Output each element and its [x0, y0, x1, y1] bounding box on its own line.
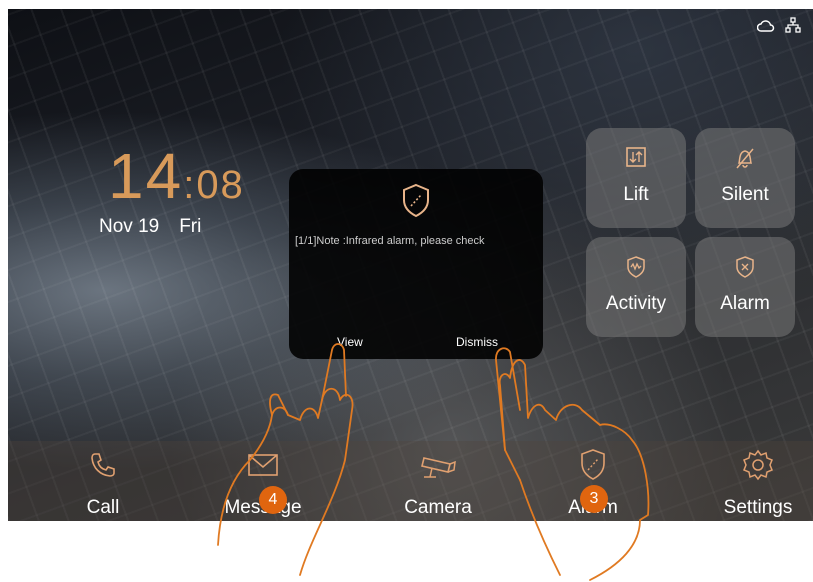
date: Nov 19 Fri [99, 216, 201, 238]
dismiss-button[interactable]: Dismiss [456, 335, 498, 349]
activity-label: Activity [605, 293, 667, 314]
nav-call-label: Call [86, 497, 120, 518]
lift-label: Lift [623, 184, 649, 205]
shield-icon [403, 183, 429, 218]
cloud-icon [756, 20, 774, 32]
nav-camera-label: Camera [404, 497, 472, 518]
lift-tile[interactable]: Lift [586, 128, 686, 228]
alarm-dialog: [1/1]Note :Infrared alarm, please check … [289, 169, 543, 359]
view-button[interactable]: View [337, 335, 363, 349]
shield-x-icon [695, 255, 795, 285]
dialog-message: [1/1]Note :Infrared alarm, please check [295, 235, 485, 247]
clock-separator: : [183, 163, 197, 207]
date-weekday: Fri [179, 216, 202, 237]
lift-icon [586, 146, 686, 174]
clock-minutes: 08 [196, 163, 245, 207]
status-bar [756, 17, 801, 38]
alarm-label: Alarm [720, 293, 770, 314]
step-badge-dismiss: 3 [580, 485, 608, 513]
shield-icon [543, 447, 643, 483]
alarm-tile[interactable]: Alarm [695, 237, 795, 337]
intercom-screen: 14:08 Nov 19 Fri Lift Silent Activity Al… [8, 9, 813, 521]
nav-settings[interactable]: Settings [708, 441, 808, 521]
date-day: Nov 19 [99, 216, 160, 237]
nav-settings-label: Settings [723, 497, 793, 518]
nav-camera[interactable]: Camera [383, 441, 493, 521]
silent-label: Silent [721, 184, 769, 205]
phone-icon [53, 447, 153, 483]
envelope-icon [208, 447, 318, 483]
gear-icon [708, 447, 808, 483]
camera-icon [383, 447, 493, 483]
nav-call[interactable]: Call [53, 441, 153, 521]
bottom-nav: Call Message Camera Alarm Settings [8, 441, 813, 521]
network-icon [785, 17, 801, 33]
bell-off-icon [695, 146, 795, 176]
clock-hours: 14 [108, 140, 184, 212]
clock: 14:08 [108, 139, 245, 213]
shield-activity-icon [586, 255, 686, 285]
silent-tile[interactable]: Silent [695, 128, 795, 228]
step-badge-view: 4 [259, 486, 287, 514]
activity-tile[interactable]: Activity [586, 237, 686, 337]
